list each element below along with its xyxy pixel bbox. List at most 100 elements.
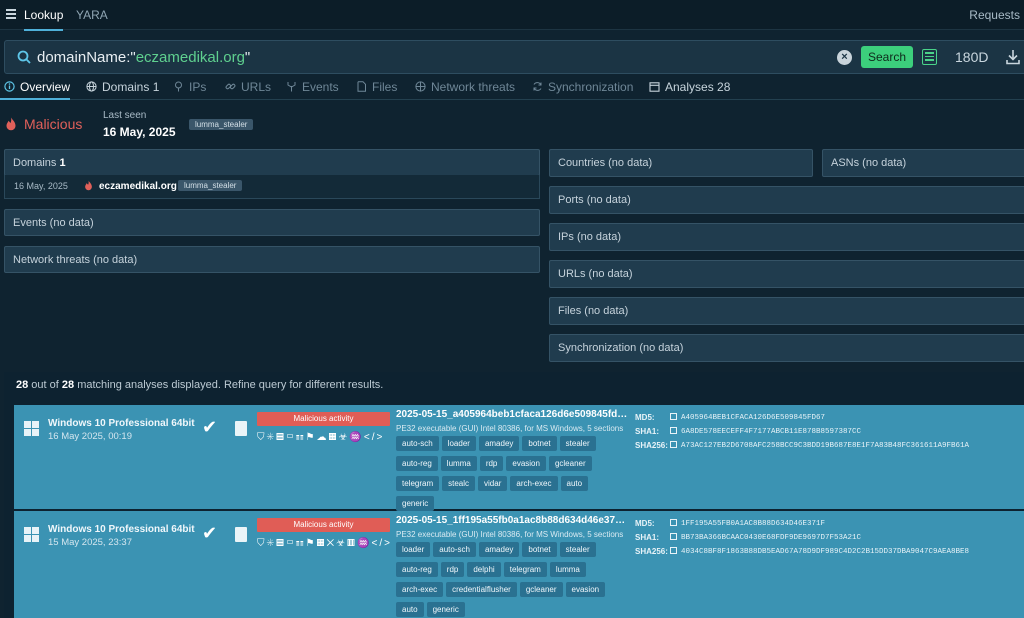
tag[interactable]: arch-exec bbox=[510, 476, 558, 491]
md5-value[interactable]: A405964BEB1CFACA126D6E509845FD67 bbox=[670, 413, 825, 422]
tab-ips[interactable]: IPs bbox=[173, 80, 206, 94]
tag[interactable]: botnet bbox=[522, 542, 557, 557]
tag[interactable]: auto-sch bbox=[396, 436, 439, 451]
countries-panel[interactable]: Countries (no data) bbox=[549, 149, 813, 177]
sha256-value[interactable]: 4034C8BF8F1863B88DB5EAD67A78D9DF989C4D2C… bbox=[670, 547, 969, 556]
tag[interactable]: arch-exec bbox=[396, 582, 444, 597]
tab-yara[interactable]: YARA bbox=[76, 8, 108, 22]
last-seen-label: Last seen bbox=[103, 110, 147, 121]
domain-tag[interactable]: lumma_stealer bbox=[178, 180, 243, 191]
domain-name[interactable]: eczamedikal.org bbox=[99, 181, 177, 192]
network-globe-icon bbox=[415, 81, 426, 92]
tag[interactable]: auto bbox=[396, 602, 424, 617]
domain-row[interactable]: 16 May, 2025 eczamedikal.org lumma_steal… bbox=[4, 175, 540, 199]
period-selector[interactable]: 180D bbox=[955, 49, 988, 65]
events-panel[interactable]: Events (no data) bbox=[4, 209, 540, 236]
network-threats-panel[interactable]: Network threats (no data) bbox=[4, 246, 540, 273]
tag[interactable]: delphi bbox=[467, 562, 501, 577]
search-bar: domainName:"eczamedikal.org" × Search 18… bbox=[4, 40, 1024, 74]
tag[interactable]: loader bbox=[396, 542, 431, 557]
tag[interactable]: stealer bbox=[559, 436, 596, 451]
copy-icon[interactable] bbox=[670, 547, 677, 554]
domains-count: 1 bbox=[59, 157, 66, 169]
md5-value[interactable]: 1FF195A55FB0A1AC8B88D634D46E371F bbox=[670, 519, 825, 528]
tag[interactable]: evasion bbox=[506, 456, 546, 471]
tab-urls[interactable]: URLs bbox=[225, 80, 271, 94]
tag[interactable]: stealer bbox=[559, 542, 596, 557]
analysis-date: 16 May 2025, 00:19 bbox=[48, 431, 132, 442]
download-icon[interactable] bbox=[1006, 49, 1020, 65]
sha256-value[interactable]: A73AC127EB2D6708AFC258BCC9C3BDD19B687E8E… bbox=[670, 441, 969, 450]
tab-overview[interactable]: Overview bbox=[0, 80, 71, 100]
menu-icon[interactable] bbox=[6, 9, 16, 19]
tag[interactable]: evasion bbox=[565, 582, 606, 597]
tag[interactable]: generic bbox=[426, 602, 465, 617]
tag[interactable]: lumma bbox=[440, 456, 477, 471]
tab-files[interactable]: Files bbox=[356, 80, 397, 94]
pin-icon bbox=[175, 81, 182, 92]
domain-date: 16 May, 2025 bbox=[14, 181, 68, 191]
sha1-label: SHA1: bbox=[635, 427, 660, 436]
md5-label: MD5: bbox=[635, 413, 655, 422]
search-button[interactable]: Search bbox=[861, 46, 913, 68]
report-icon[interactable] bbox=[922, 49, 937, 65]
sha1-value[interactable]: BB73BA366BCAAC0430E68FDF9DE9697D7F53A21C bbox=[670, 533, 861, 542]
threat-tag[interactable]: lumma_stealer bbox=[189, 119, 254, 130]
globe-icon bbox=[86, 81, 97, 92]
copy-icon[interactable] bbox=[670, 441, 677, 448]
copy-icon[interactable] bbox=[670, 519, 677, 526]
analysis-row[interactable]: Windows 10 Professional 64bit 15 May 202… bbox=[14, 511, 1024, 618]
tag[interactable]: lumma bbox=[549, 562, 586, 577]
analysis-filename[interactable]: 2025-05-15_a405964beb1cfaca126d6e509845f… bbox=[396, 409, 629, 420]
tag[interactable]: vidar bbox=[478, 476, 508, 491]
file-icon bbox=[235, 421, 247, 436]
requests-link[interactable]: Requests bbox=[969, 8, 1020, 22]
copy-icon[interactable] bbox=[670, 413, 677, 420]
copy-icon[interactable] bbox=[670, 427, 677, 434]
tag[interactable]: auto-sch bbox=[433, 542, 476, 557]
tag[interactable]: telegram bbox=[503, 562, 547, 577]
tab-domains[interactable]: Domains 1 bbox=[86, 80, 159, 94]
ips-panel[interactable]: IPs (no data) bbox=[549, 223, 1024, 251]
tag[interactable]: gcleaner bbox=[548, 456, 592, 471]
tag[interactable]: auto-reg bbox=[396, 562, 438, 577]
domains-panel[interactable]: Domains 1 bbox=[4, 149, 540, 176]
tag[interactable]: botnet bbox=[522, 436, 557, 451]
synchronization-panel[interactable]: Synchronization (no data) bbox=[549, 334, 1024, 362]
tag[interactable]: credentialflusher bbox=[446, 582, 517, 597]
tag[interactable]: generic bbox=[396, 496, 435, 511]
asns-panel[interactable]: ASNs (no data) bbox=[822, 149, 1024, 177]
search-icon bbox=[17, 50, 31, 64]
tag[interactable]: stealc bbox=[442, 476, 476, 491]
windows-icon bbox=[24, 527, 40, 543]
tag[interactable]: amadey bbox=[478, 436, 520, 451]
analysis-date: 15 May 2025, 23:37 bbox=[48, 537, 132, 548]
tab-events[interactable]: Events bbox=[286, 80, 339, 94]
analysis-filename[interactable]: 2025-05-15_1ff195a55fb0a1ac8b88d634d46e3… bbox=[396, 515, 629, 526]
tag[interactable]: telegram bbox=[396, 476, 440, 491]
tab-analyses[interactable]: Analyses 28 bbox=[649, 80, 730, 94]
tag[interactable]: auto bbox=[560, 476, 589, 491]
urls-panel[interactable]: URLs (no data) bbox=[549, 260, 1024, 288]
clear-icon[interactable]: × bbox=[837, 50, 852, 65]
tag[interactable]: auto-reg bbox=[396, 456, 438, 471]
tab-network-threats[interactable]: Network threats bbox=[415, 80, 515, 94]
file-type: PE32 executable (GUI) Intel 80386, for M… bbox=[396, 530, 624, 539]
sha256-label: SHA256: bbox=[635, 547, 668, 556]
tab-synchronization[interactable]: Synchronization bbox=[532, 80, 633, 94]
tag[interactable]: rdp bbox=[479, 456, 504, 471]
tab-lookup[interactable]: Lookup bbox=[24, 8, 64, 31]
search-input[interactable]: domainName:"eczamedikal.org" bbox=[37, 49, 250, 66]
top-bar: Lookup YARA Requests bbox=[0, 0, 1024, 31]
tag-list: auto-sch loader amadey botnet stealer au… bbox=[396, 436, 626, 511]
copy-icon[interactable] bbox=[670, 533, 677, 540]
tag[interactable]: rdp bbox=[440, 562, 465, 577]
tag[interactable]: gcleaner bbox=[519, 582, 563, 597]
malicious-badge: Malicious activity bbox=[257, 412, 390, 426]
ports-panel[interactable]: Ports (no data) bbox=[549, 186, 1024, 214]
analysis-row[interactable]: Windows 10 Professional 64bit 16 May 202… bbox=[14, 405, 1024, 511]
sha1-value[interactable]: 6A8DE578EECEFF4F7177ABCB11E878B8597387CC bbox=[670, 427, 861, 436]
tag[interactable]: amadey bbox=[478, 542, 520, 557]
tag[interactable]: loader bbox=[441, 436, 476, 451]
files-panel[interactable]: Files (no data) bbox=[549, 297, 1024, 325]
